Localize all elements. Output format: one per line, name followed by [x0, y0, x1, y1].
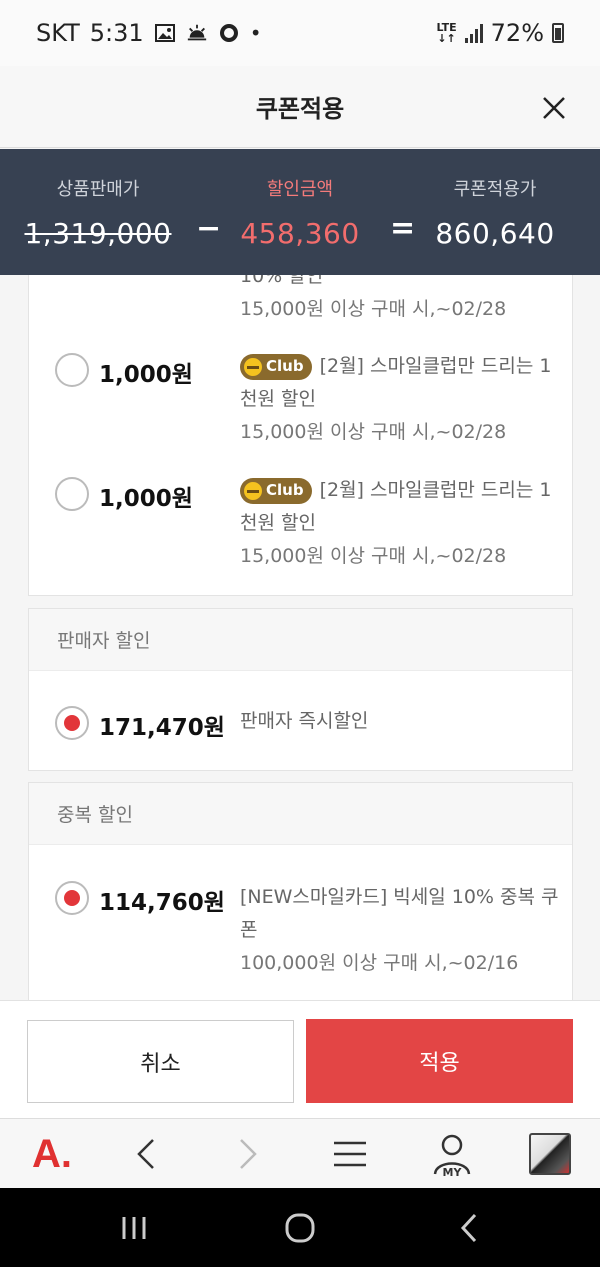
- coupon-condition: 15,000원 이상 구매 시,~02/28: [240, 545, 507, 567]
- duplicate-discount-desc: [NEW스마일카드] 빅세일 10% 중복 쿠폰 100,000원 이상 구매 …: [240, 881, 560, 980]
- system-back-button[interactable]: [440, 1208, 500, 1248]
- coupon-amount: 1,000원: [99, 362, 193, 388]
- coupon-title: 10% 할인: [240, 275, 324, 287]
- final-price-block: 쿠폰적용가 860,640: [405, 175, 585, 250]
- discount-block: 할인금액 458,360: [210, 175, 390, 250]
- cancel-button[interactable]: 취소: [27, 1020, 294, 1103]
- browser-toolbar: A. MY: [0, 1118, 600, 1188]
- coupon-card: 10% 할인 15,000원 이상 구매 시,~02/28 1,000원 Clu…: [28, 275, 573, 596]
- weather-icon: [187, 24, 206, 41]
- recent-product-button[interactable]: [520, 1129, 580, 1179]
- seller-discount-radio[interactable]: [55, 706, 89, 740]
- clock-time: 5:31: [89, 19, 144, 47]
- page-title: 쿠폰적용: [255, 95, 345, 123]
- action-bar: 취소 적용: [0, 1000, 600, 1118]
- duplicate-discount-card: 중복 할인 114,760원 [NEW스마일카드] 빅세일 10% 중복 쿠폰 …: [28, 782, 573, 1000]
- recent-apps-icon: [122, 1217, 146, 1239]
- duplicate-discount-heading: 중복 할인: [29, 783, 572, 845]
- coupon-list-scroll[interactable]: 10% 할인 15,000원 이상 구매 시,~02/28 1,000원 Clu…: [0, 275, 600, 1000]
- home-logo-button[interactable]: A.: [22, 1129, 82, 1179]
- ring-icon: [219, 24, 238, 42]
- gallery-icon: [154, 24, 175, 42]
- sale-price-block: 상품판매가 1,319,000: [8, 175, 188, 250]
- hamburger-icon: [334, 1141, 366, 1167]
- battery-percent: 72%: [490, 19, 544, 47]
- close-icon[interactable]: [534, 88, 574, 128]
- apply-button[interactable]: 적용: [306, 1019, 573, 1103]
- coupon-condition: 15,000원 이상 구매 시,~02/28: [240, 298, 507, 320]
- smile-club-icon: [244, 481, 262, 500]
- forward-button[interactable]: [218, 1129, 278, 1179]
- club-badge: Club: [240, 477, 312, 504]
- duplicate-discount-amount: 114,760원: [99, 890, 225, 916]
- coupon-amount: 1,000원: [99, 486, 193, 512]
- home-icon: [285, 1213, 315, 1243]
- chevron-right-icon: [240, 1139, 257, 1169]
- my-label: MY: [442, 1166, 462, 1179]
- coupon-radio[interactable]: [55, 353, 89, 387]
- coupon-title-line: Club [2월] 스마일클럽만 드리는 1천원 할인: [240, 474, 560, 540]
- club-badge: Club: [240, 353, 312, 380]
- final-price-value: 860,640: [435, 217, 555, 250]
- coupon-radio[interactable]: [55, 477, 89, 511]
- auction-logo: A.: [32, 1131, 72, 1176]
- seller-discount-amount: 171,470원: [99, 715, 225, 741]
- seller-discount-title: 판매자 즉시할인: [240, 710, 369, 732]
- duplicate-discount-condition: 100,000원 이상 구매 시,~02/16: [240, 952, 519, 974]
- coupon-header: 쿠폰적용: [0, 66, 600, 148]
- sale-price-label: 상품판매가: [56, 179, 140, 200]
- carrier-label: SKT: [36, 19, 80, 47]
- seller-discount-card: 판매자 할인 171,470원 판매자 즉시할인: [28, 608, 573, 771]
- smile-club-icon: [244, 357, 262, 376]
- duplicate-discount-radio[interactable]: [55, 881, 89, 915]
- duplicate-discount-title: [NEW스마일카드] 빅세일 10% 중복 쿠폰: [240, 886, 559, 941]
- coupon-desc: Club [2월] 스마일클럽만 드리는 1천원 할인 15,000원 이상 구매…: [240, 474, 560, 573]
- coupon-condition: 15,000원 이상 구매 시,~02/28: [240, 421, 507, 443]
- discount-value: 458,360: [240, 217, 360, 250]
- sale-price-value: 1,319,000: [24, 217, 172, 250]
- coupon-desc: 10% 할인 15,000원 이상 구매 시,~02/28: [240, 275, 560, 326]
- chevron-left-icon: [137, 1139, 154, 1169]
- coupon-title-line: Club [2월] 스마일클럽만 드리는 1천원 할인: [240, 350, 560, 416]
- seller-discount-heading: 판매자 할인: [29, 609, 572, 671]
- my-page-button[interactable]: MY: [422, 1129, 482, 1179]
- lte-icon: LTE ↓↑: [436, 21, 457, 45]
- price-summary: 상품판매가 1,319,000 − 할인금액 458,360 = 쿠폰적용가 8…: [0, 149, 600, 275]
- home-button[interactable]: [270, 1208, 330, 1248]
- recent-apps-button[interactable]: [104, 1208, 164, 1248]
- signal-icon: [464, 23, 483, 43]
- battery-icon: [552, 23, 564, 43]
- coupon-desc: Club [2월] 스마일클럽만 드리는 1천원 할인 15,000원 이상 구매…: [240, 350, 560, 449]
- more-notifications-dot: •: [249, 21, 262, 45]
- menu-button[interactable]: [320, 1129, 380, 1179]
- back-icon: [460, 1213, 477, 1243]
- discount-label: 할인금액: [266, 179, 334, 200]
- system-nav-bar: [0, 1188, 600, 1267]
- recent-product-thumbnail: [529, 1133, 571, 1175]
- status-bar: SKT 5:31 • LTE ↓↑ 72%: [0, 0, 600, 66]
- final-price-label: 쿠폰적용가: [453, 179, 537, 200]
- back-button[interactable]: [116, 1129, 176, 1179]
